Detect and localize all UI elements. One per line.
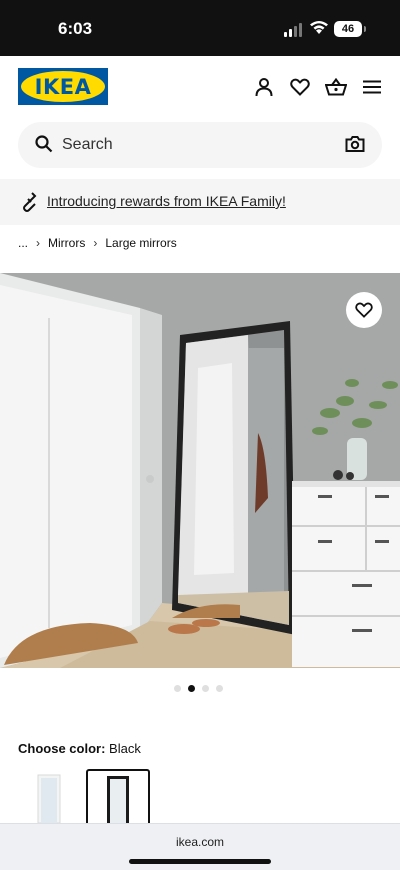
carousel-dot[interactable] — [174, 685, 181, 692]
color-value: Black — [109, 741, 141, 756]
search-icon[interactable] — [35, 135, 53, 153]
search-input[interactable] — [62, 122, 322, 168]
logo-oval: IKEA — [21, 71, 105, 102]
breadcrumb-ellipsis[interactable]: ... — [18, 236, 28, 250]
browser-bar: ikea.com — [0, 823, 400, 870]
breadcrumb: ... › Mirrors › Large mirrors — [18, 236, 177, 250]
battery-tip — [364, 26, 366, 32]
color-label: Choose color: — [18, 741, 106, 756]
chevron-right-icon: › — [93, 236, 98, 250]
menu-icon[interactable] — [361, 76, 383, 98]
search-bar — [18, 122, 382, 168]
home-indicator[interactable] — [129, 859, 271, 864]
status-time: 6:03 — [58, 19, 93, 38]
signal-icon — [284, 23, 302, 37]
promo-link[interactable]: Introducing rewards from IKEA Family! — [47, 193, 286, 209]
carousel-dot[interactable] — [202, 685, 209, 692]
add-to-favorites-button[interactable] — [346, 292, 382, 328]
carousel-dots — [174, 685, 223, 692]
account-icon[interactable] — [253, 76, 275, 98]
basket-icon[interactable] — [325, 76, 347, 98]
camera-icon[interactable] — [345, 135, 365, 153]
family-rewards-icon — [23, 192, 37, 212]
site-header: IKEA — [0, 56, 400, 118]
heart-icon[interactable] — [289, 76, 311, 98]
breadcrumb-item-mirrors[interactable]: Mirrors — [48, 236, 85, 250]
carousel-dot-active[interactable] — [188, 685, 195, 692]
chevron-right-icon: › — [36, 236, 41, 250]
status-bar: 6:03 46 — [0, 0, 400, 56]
promo-banner: Introducing rewards from IKEA Family! — [0, 179, 400, 225]
color-chooser: Choose color: Black — [18, 741, 141, 756]
carousel-dot[interactable] — [216, 685, 223, 692]
heart-icon — [355, 302, 373, 318]
url-label[interactable]: ikea.com — [0, 835, 400, 849]
product-image[interactable] — [0, 273, 400, 668]
wifi-icon — [310, 21, 328, 34]
ikea-logo[interactable]: IKEA — [18, 68, 108, 105]
logo-text: IKEA — [34, 74, 92, 99]
breadcrumb-item-large-mirrors[interactable]: Large mirrors — [105, 236, 176, 250]
battery-icon: 46 — [334, 21, 362, 37]
